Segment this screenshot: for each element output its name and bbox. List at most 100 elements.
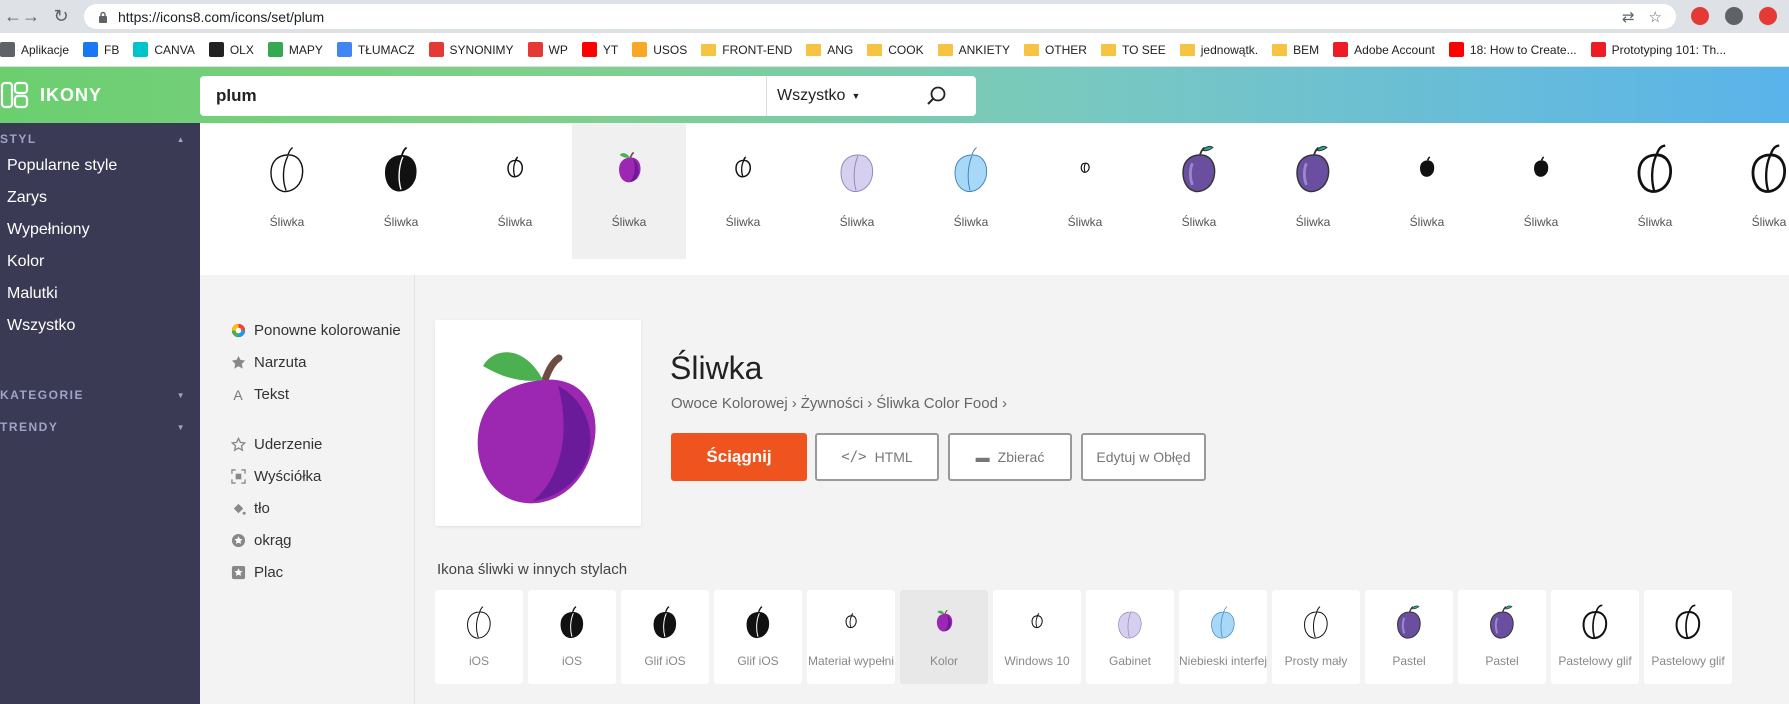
square-tool[interactable]: Plac (230, 564, 283, 581)
style-variant[interactable]: Prosty mały (1272, 590, 1360, 684)
padding-tool[interactable]: Wyściółka (230, 468, 321, 485)
style-variant[interactable]: Kolor (900, 590, 988, 684)
download-button[interactable]: Ściągnij (671, 433, 807, 481)
breadcrumb-link[interactable]: Śliwka Color Food (876, 395, 998, 412)
folder-icon (701, 43, 717, 56)
bookmark-item[interactable]: BEM (1272, 43, 1319, 57)
bookmark-item[interactable]: TŁUMACZ (336, 42, 415, 57)
style-variant[interactable]: Glif iOS (714, 590, 802, 684)
icon-result[interactable]: Śliwka (1142, 123, 1256, 259)
icon-result[interactable]: Śliwka (1256, 123, 1370, 259)
bookmark-item[interactable]: YT (581, 42, 619, 57)
background-tool[interactable]: tło (230, 500, 270, 517)
reload-icon[interactable]: ↻ (48, 3, 74, 29)
style-variant[interactable]: Windows 10 (993, 590, 1081, 684)
style-variant[interactable]: iOS (528, 590, 616, 684)
address-bar[interactable]: https://icons8.com/icons/set/plum ⇄ ☆ (84, 4, 1676, 29)
breadcrumb-link[interactable]: Owoce Kolorowej (671, 395, 788, 412)
extension-react-icon[interactable] (1725, 7, 1743, 25)
extension-youtube-icon[interactable] (1759, 7, 1777, 25)
html-button[interactable]: </> HTML (815, 433, 939, 481)
icon-result[interactable]: Śliwka (1712, 123, 1789, 259)
icon-result[interactable]: Śliwka (458, 123, 572, 259)
icon-result[interactable]: Śliwka (1370, 123, 1484, 259)
breadcrumb-link[interactable]: Żywności (801, 395, 864, 412)
circle-tool[interactable]: okrąg (230, 532, 292, 549)
style-variant[interactable]: Pastelowy glif (1551, 590, 1639, 684)
style-variant[interactable]: iOS (435, 590, 523, 684)
sidebar-section-style[interactable]: STYL ▲ (0, 129, 200, 149)
sidebar-item[interactable]: Zarys (0, 182, 200, 214)
caret-down-icon: ▼ (851, 91, 861, 101)
style-variant[interactable]: Pastelowy glif (1644, 590, 1732, 684)
bookmark-item[interactable]: CANVA (133, 42, 195, 57)
icon-result[interactable]: Śliwka (572, 123, 686, 259)
search-filter-dropdown[interactable]: Wszystko ▼ (766, 76, 906, 116)
plum-color-icon (601, 123, 657, 215)
bookmark-item[interactable]: TO SEE (1100, 43, 1166, 57)
bookmark-item[interactable]: Prototyping 101: Th... (1590, 42, 1726, 57)
bookmark-item[interactable]: COOK (867, 43, 924, 57)
sidebar-section-trends[interactable]: TRENDY ▼ (0, 417, 200, 437)
bookmark-item[interactable]: Adobe Account (1333, 42, 1435, 57)
other-styles-heading: Ikona śliwki w innych stylach (437, 561, 628, 578)
bookmark-item[interactable]: FB (83, 42, 119, 57)
translate-icon (336, 42, 352, 57)
icon-result[interactable]: Śliwka (1484, 123, 1598, 259)
folder-icon (937, 43, 953, 56)
sidebar-item[interactable]: Wszystko (0, 310, 200, 342)
icon-result[interactable]: Śliwka (230, 123, 344, 259)
bookmark-item[interactable]: USOS (632, 42, 687, 57)
icon-result[interactable]: Śliwka (344, 123, 458, 259)
youtube-icon (1448, 42, 1464, 57)
style-variant-label: iOS (561, 654, 582, 668)
style-variant[interactable]: Pastel (1458, 590, 1546, 684)
plum-outline-icon (459, 590, 499, 654)
edit-button[interactable]: Edytuj w Obłęd (1081, 433, 1206, 481)
bookmark-item[interactable]: OLX (208, 42, 254, 57)
style-variant[interactable]: Pastel (1365, 590, 1453, 684)
bookmark-item[interactable]: MAPY (267, 42, 323, 57)
bookmark-label: ANG (827, 42, 854, 57)
icon-result-label: Śliwka (1181, 215, 1217, 229)
style-variant[interactable]: Gabinet (1086, 590, 1174, 684)
stroke-tool[interactable]: Uderzenie (230, 436, 322, 453)
overlay-tool[interactable]: Narzuta (230, 354, 307, 371)
collect-button[interactable]: ▬ Zbierać (948, 433, 1072, 481)
icon-result-label: Śliwka (1751, 215, 1787, 229)
bookmark-item[interactable]: OTHER (1023, 43, 1087, 57)
style-variant[interactable]: Niebieski interfej (1179, 590, 1267, 684)
icon-result[interactable]: Śliwka (1598, 123, 1712, 259)
bookmark-label: YT (602, 42, 619, 57)
bookmark-item[interactable]: ANKIETY (937, 43, 1010, 57)
sidebar-section-categories[interactable]: KATEGORIE ▼ (0, 385, 200, 405)
search-button[interactable] (906, 76, 966, 116)
bookmark-item[interactable]: SYNONIMY (428, 42, 514, 57)
bookmark-item[interactable]: WP (527, 42, 568, 57)
bookmark-item[interactable]: Aplikacje (0, 42, 69, 57)
icon-result[interactable]: Śliwka (686, 123, 800, 259)
search-input[interactable] (200, 76, 766, 116)
logo[interactable]: IKONY (0, 80, 102, 110)
sidebar-item[interactable]: Wypełniony (0, 214, 200, 246)
sidebar-item[interactable]: Malutki (0, 278, 200, 310)
bookmark-item[interactable]: ANG (806, 43, 853, 57)
recolor-tool[interactable]: Ponowne kolorowanie (230, 322, 401, 339)
icon-result[interactable]: Śliwka (914, 123, 1028, 259)
overlay-icon (230, 355, 246, 371)
bookmark-item[interactable]: FRONT-END (701, 43, 792, 57)
icon-result[interactable]: Śliwka (1028, 123, 1142, 259)
bookmark-label: Aplikacje (21, 42, 70, 57)
extension-red-icon[interactable] (1691, 7, 1709, 25)
forward-icon[interactable]: → (18, 3, 44, 29)
bookmark-item[interactable]: jednowątk. (1179, 43, 1258, 57)
sidebar-item[interactable]: Kolor (0, 246, 200, 278)
translate-icon[interactable]: ⇄ (1622, 8, 1635, 26)
style-variant[interactable]: Materiał wypełni (807, 590, 895, 684)
sidebar-item[interactable]: Popularne style (0, 150, 200, 182)
star-icon[interactable]: ☆ (1649, 8, 1662, 26)
bookmark-item[interactable]: 18: How to Create... (1448, 42, 1577, 57)
icon-result[interactable]: Śliwka (800, 123, 914, 259)
style-variant[interactable]: Glif iOS (621, 590, 709, 684)
text-tool[interactable]: A Tekst (230, 386, 289, 403)
